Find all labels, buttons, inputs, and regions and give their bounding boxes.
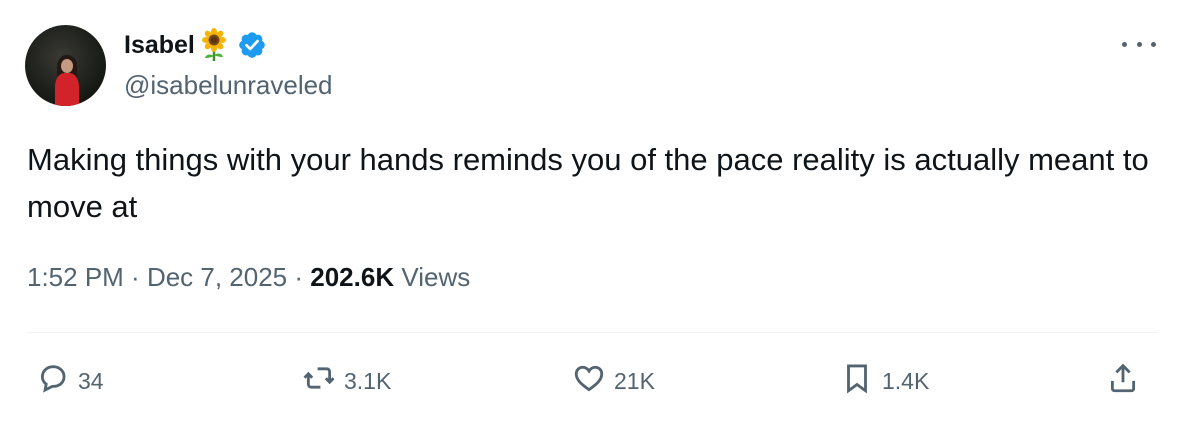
repost-count: 3.1K <box>344 367 392 394</box>
views-label: Views <box>394 262 471 292</box>
author-handle[interactable]: @isabelunraveled <box>124 70 333 101</box>
reply-icon <box>36 361 70 401</box>
repost-button[interactable]: 3.1K <box>302 362 391 400</box>
avatar[interactable] <box>25 25 106 106</box>
meta-separator: · <box>287 262 311 292</box>
verified-badge-icon[interactable] <box>237 30 267 60</box>
tweet-time[interactable]: 1:52 PM <box>27 262 124 292</box>
author-name-row: Isabel <box>124 28 267 62</box>
like-button[interactable]: 21K <box>572 362 655 400</box>
views-count: 202.6K <box>310 262 395 292</box>
heart-icon <box>572 361 606 401</box>
more-icon[interactable] <box>1122 34 1156 54</box>
share-icon <box>1106 361 1140 401</box>
like-count: 21K <box>614 367 655 394</box>
tweet-card: Isabel @isabelunraveled Making things wi… <box>0 0 1202 434</box>
tweet-date[interactable]: Dec 7, 2025 <box>147 262 287 292</box>
tweet-text: Making things with your hands reminds yo… <box>27 142 1149 224</box>
reply-button[interactable]: 34 <box>36 362 104 400</box>
repost-icon <box>302 361 336 401</box>
share-button[interactable] <box>1106 362 1140 400</box>
bookmark-icon <box>840 361 874 401</box>
sunflower-emoji <box>197 28 231 62</box>
bookmark-button[interactable]: 1.4K <box>840 362 929 400</box>
reply-count: 34 <box>78 367 104 394</box>
author-display-name[interactable]: Isabel <box>124 31 195 60</box>
divider <box>27 332 1158 333</box>
meta-separator: · <box>123 262 147 292</box>
tweet-meta: 1:52 PM · Dec 7, 2025 · 202.6K Views <box>27 262 470 293</box>
bookmark-count: 1.4K <box>882 367 930 394</box>
